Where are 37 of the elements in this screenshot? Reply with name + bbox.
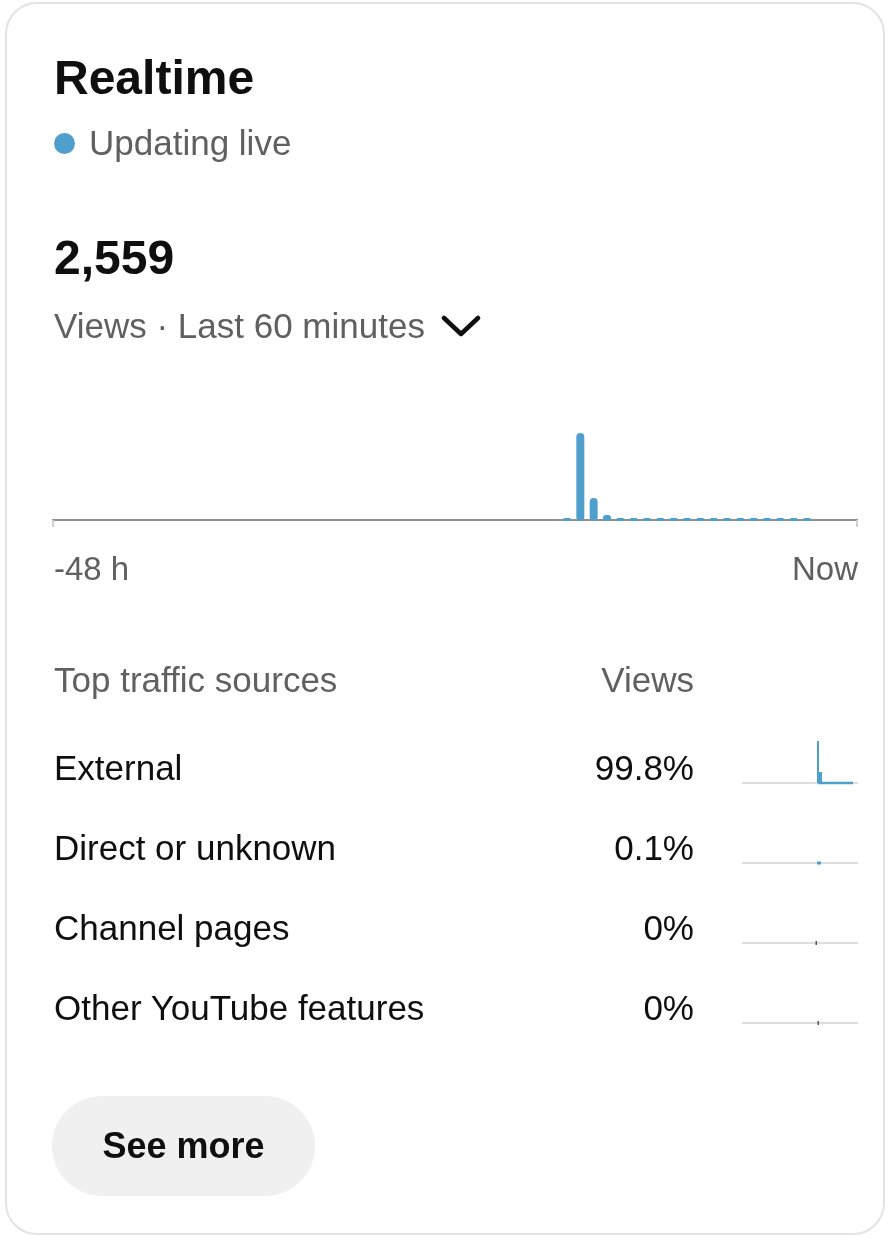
metric-dropdown[interactable]: Views · Last 60 minutes (54, 305, 481, 347)
chart-bar (616, 518, 625, 521)
chart-bar (563, 518, 571, 521)
chart-bar (709, 518, 718, 521)
view-share: 0.1% (613, 827, 694, 869)
axis-label: -48 h (54, 549, 130, 589)
source-name: Direct or unknown (54, 827, 338, 869)
chart-bar (629, 518, 638, 521)
chevron-down-icon (440, 314, 481, 338)
chart-bar (776, 518, 785, 521)
live-status-icon (54, 132, 75, 154)
view-share: 99.8% (593, 747, 694, 789)
column-header: Views (600, 659, 694, 701)
view-share: 0% (642, 987, 694, 1029)
view-share: 0% (642, 907, 694, 949)
chart-bar (736, 518, 745, 521)
axis-label: Now (791, 549, 858, 589)
card-title: Realtime (54, 50, 256, 106)
chart-bar (643, 518, 651, 521)
view-count: 2,559 (54, 230, 176, 286)
see-more-button[interactable]: See more (52, 1096, 315, 1196)
column-header: Top traffic sources (54, 659, 339, 701)
chart-bar (603, 515, 611, 521)
chart-bar (669, 518, 678, 521)
source-name: External (54, 747, 184, 789)
chart-bar (722, 518, 731, 521)
chart-bar (762, 518, 771, 521)
chart-bar (802, 518, 811, 521)
chart-bar (656, 518, 665, 521)
chart-bar (696, 518, 705, 521)
source-name: Channel pages (54, 907, 291, 949)
chart-bar (749, 518, 758, 521)
chart-bar (682, 518, 691, 521)
status-text: Updating live (89, 122, 292, 164)
source-name: Other YouTube features (54, 987, 426, 1029)
chart-bar (589, 498, 598, 521)
chart-bar (789, 518, 798, 521)
